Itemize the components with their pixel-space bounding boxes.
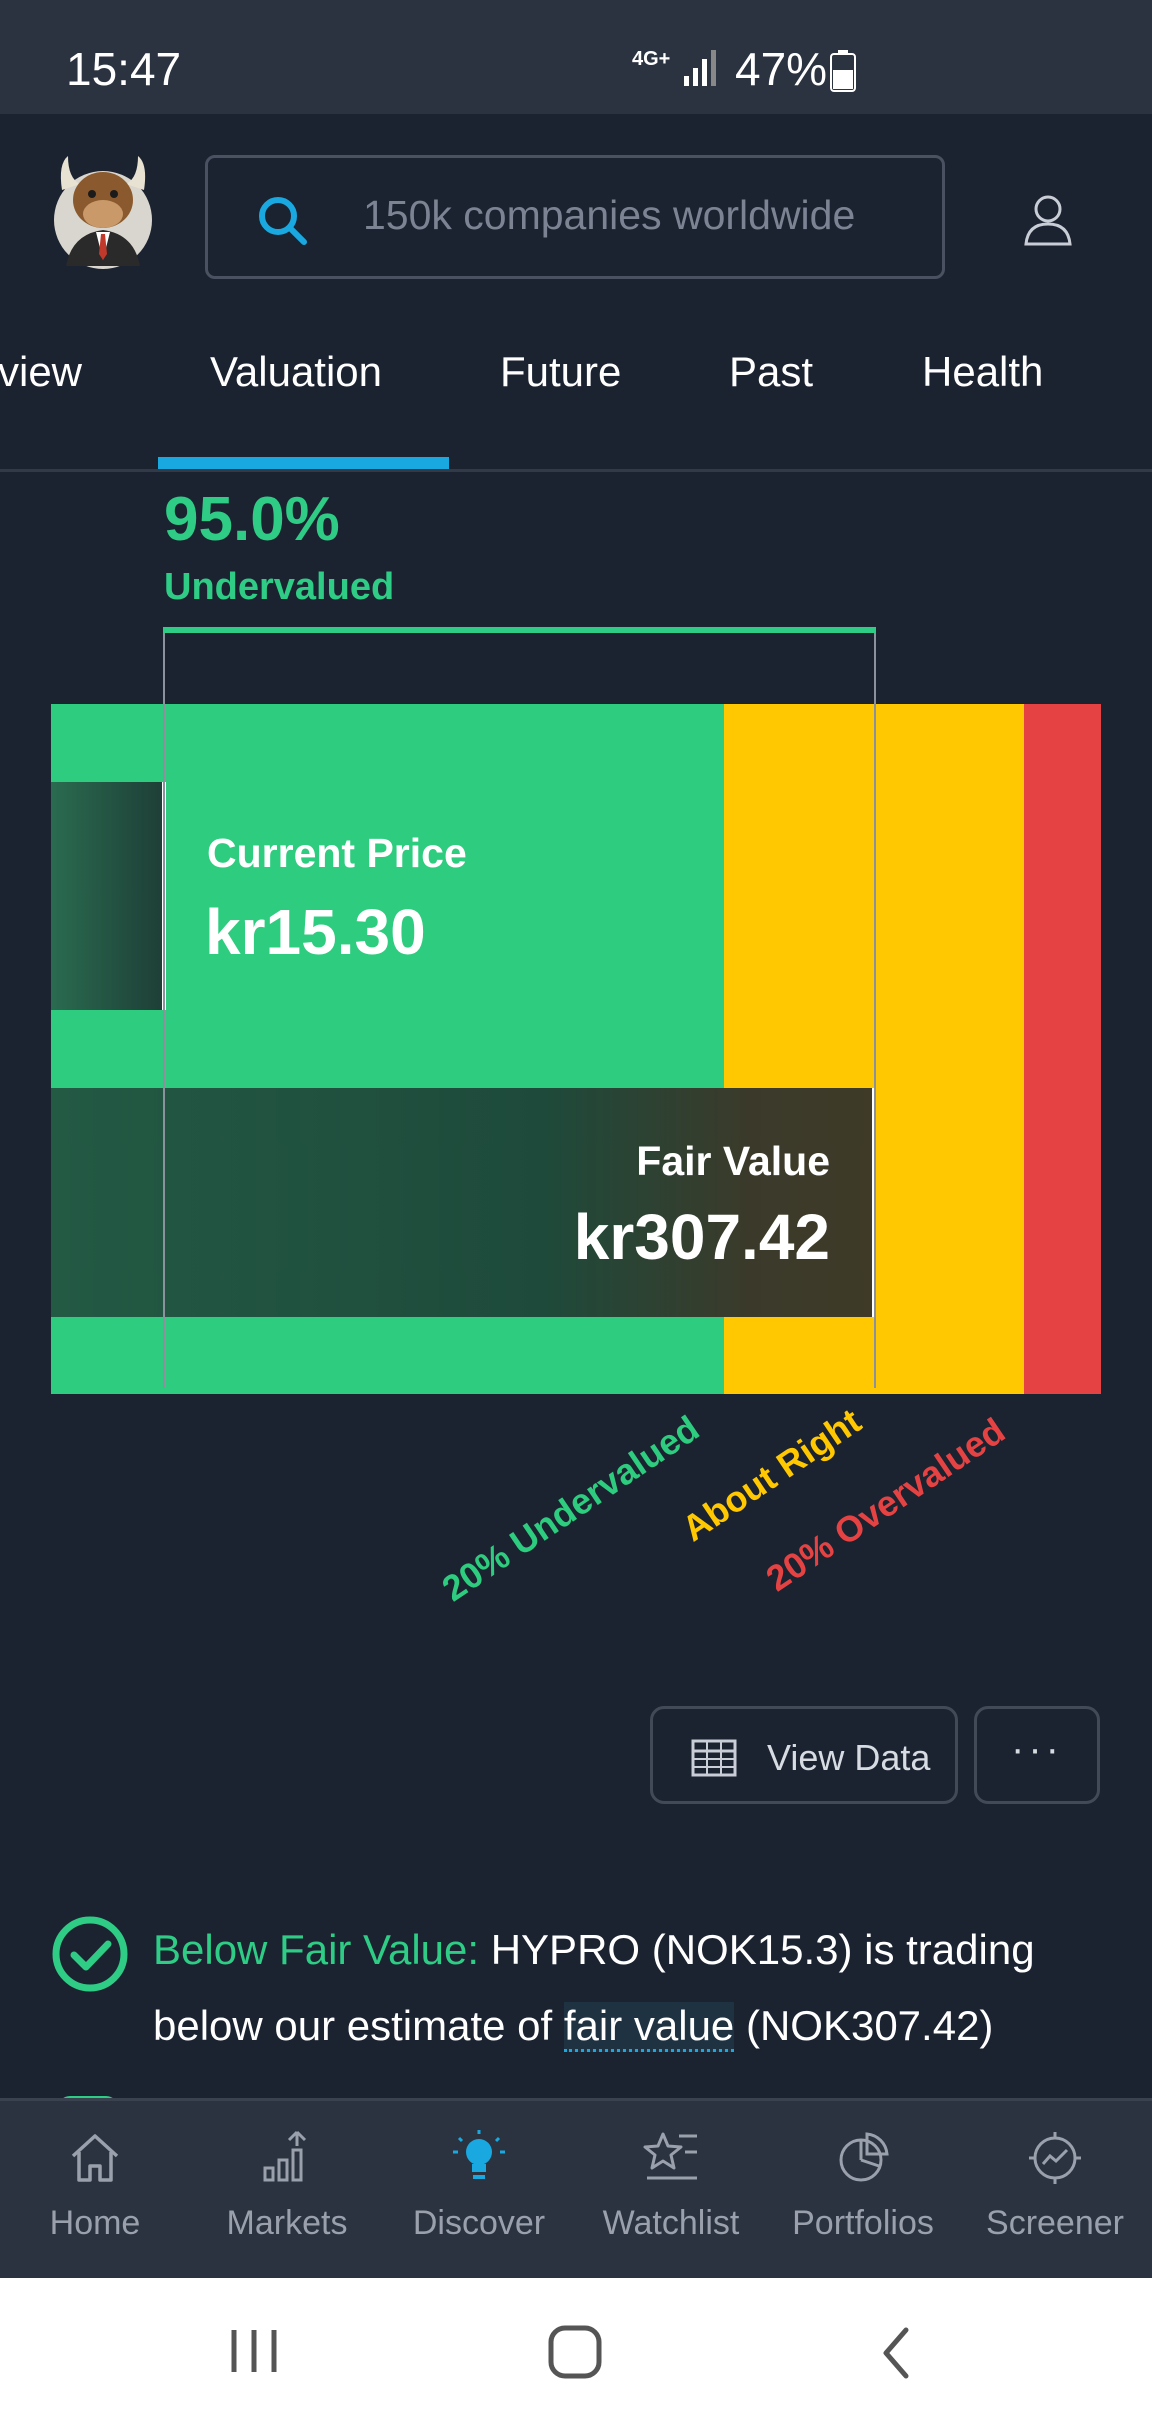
tab-past[interactable]: Past bbox=[729, 348, 813, 396]
battery-icon bbox=[830, 50, 856, 92]
nav-label-markets: Markets bbox=[226, 2204, 348, 2242]
nav-label-watchlist: Watchlist bbox=[602, 2204, 740, 2242]
recent-apps-icon[interactable] bbox=[226, 2326, 282, 2376]
tab-valuation[interactable]: Valuation bbox=[210, 348, 382, 396]
tab-health[interactable]: Health bbox=[922, 348, 1043, 396]
screener-icon bbox=[1029, 2132, 1081, 2184]
view-data-button[interactable]: View Data bbox=[650, 1706, 958, 1804]
zone-label-undervalued: 20% Undervalued bbox=[434, 1407, 707, 1610]
undervalued-percent: 95.0% bbox=[164, 485, 340, 554]
nav-label-home: Home bbox=[49, 2204, 141, 2242]
home-icon bbox=[71, 2134, 119, 2182]
portfolio-icon bbox=[839, 2132, 889, 2182]
current-price-label: Current Price bbox=[207, 830, 467, 876]
check-text-end: (NOK307.42) bbox=[734, 2002, 994, 2049]
search-icon bbox=[259, 197, 307, 245]
home-button-icon[interactable] bbox=[546, 2324, 606, 2380]
tab-future[interactable]: Future bbox=[500, 348, 621, 396]
user-icon[interactable] bbox=[1020, 192, 1076, 248]
network-indicator: 4G+ bbox=[632, 48, 671, 70]
status-time: 15:47 bbox=[66, 43, 182, 95]
zone-overvalued bbox=[1024, 704, 1101, 1394]
lightbulb-icon bbox=[453, 2130, 505, 2179]
fair-value-link[interactable]: fair value bbox=[563, 2002, 735, 2052]
tab-overview[interactable]: rview bbox=[0, 348, 82, 396]
more-options-button[interactable]: ··· bbox=[974, 1706, 1100, 1804]
nav-label-screener: Screener bbox=[986, 2204, 1124, 2242]
current-price-bar bbox=[51, 782, 166, 1010]
fair-value-check: Below Fair Value: HYPRO (NOK15.3) is tra… bbox=[153, 1912, 1093, 2064]
valuation-status: Undervalued bbox=[164, 566, 395, 608]
bottom-navigation bbox=[0, 2098, 1152, 2278]
markets-icon bbox=[263, 2130, 307, 2182]
bull-logo-icon[interactable] bbox=[52, 150, 154, 272]
discount-bracket-top bbox=[163, 627, 876, 633]
system-nav-bar bbox=[0, 2278, 1152, 2432]
check-circle-icon bbox=[52, 1916, 128, 1992]
check-title: Below Fair Value: bbox=[153, 1926, 480, 1973]
fair-value-value: kr307.42 bbox=[573, 1201, 830, 1273]
nav-label-portfolios: Portfolios bbox=[792, 2204, 934, 2242]
back-icon[interactable] bbox=[876, 2326, 916, 2380]
table-icon bbox=[691, 1739, 737, 1777]
current-price-value: kr15.30 bbox=[205, 896, 426, 968]
search-input[interactable]: 150k companies worldwide bbox=[363, 192, 855, 239]
watchlist-icon bbox=[643, 2132, 697, 2180]
search-box[interactable]: 150k companies worldwide bbox=[205, 155, 945, 279]
view-data-label: View Data bbox=[767, 1737, 931, 1778]
battery-percent: 47% bbox=[735, 43, 828, 95]
nav-label-discover: Discover bbox=[412, 2204, 546, 2242]
signal-icon bbox=[684, 50, 716, 86]
discount-bracket bbox=[163, 628, 876, 1388]
tabs-divider bbox=[0, 469, 1152, 472]
active-tab-indicator bbox=[158, 457, 449, 469]
fair-value-label: Fair Value bbox=[636, 1138, 830, 1184]
